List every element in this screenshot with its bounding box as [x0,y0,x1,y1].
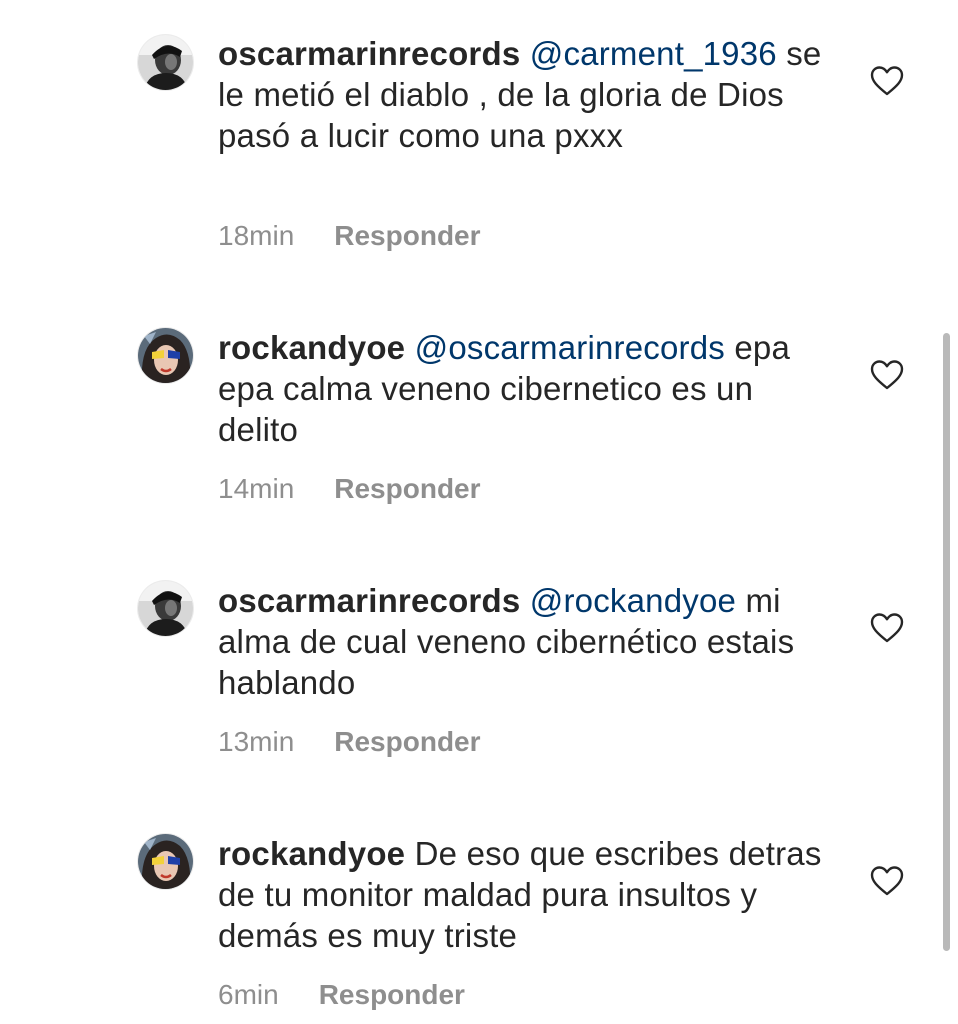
comment-body: oscarmarinrecords @carment_1936 se le me… [218,33,838,156]
like-button[interactable] [870,612,904,644]
comment-username[interactable]: rockandyoe [218,835,405,872]
female-avatar-icon [138,834,193,889]
reply-button[interactable]: Responder [334,726,480,757]
comment-body: rockandyoe @oscarmarinrecords epa epa ca… [218,327,838,450]
comment-timestamp: 6min [218,979,279,1010]
comment-body: oscarmarinrecords @rockandyoe mi alma de… [218,580,838,703]
comment-mention[interactable]: @carment_1936 [530,35,777,72]
comment-mention[interactable]: @oscarmarinrecords [415,329,725,366]
comment-meta: 6min Responder [218,978,465,1012]
male-avatar-icon [138,35,193,90]
avatar[interactable] [138,581,193,636]
comment-meta: 18min Responder [218,219,481,253]
comment-username[interactable]: oscarmarinrecords [218,35,520,72]
female-avatar-icon [138,328,193,383]
comment-thread: oscarmarinrecords @carment_1936 se le me… [0,0,958,1024]
comment-mention[interactable]: @rockandyoe [530,582,736,619]
comment-meta: 14min Responder [218,472,481,506]
heart-outline-icon [870,360,904,390]
like-button[interactable] [870,865,904,897]
avatar[interactable] [138,328,193,383]
heart-outline-icon [870,866,904,896]
male-avatar-icon [138,581,193,636]
comment-username[interactable]: rockandyoe [218,329,405,366]
like-button[interactable] [870,359,904,391]
heart-outline-icon [870,66,904,96]
like-button[interactable] [870,65,904,97]
comment-timestamp: 18min [218,220,295,251]
comment-timestamp: 13min [218,726,295,757]
heart-outline-icon [870,613,904,643]
reply-button[interactable]: Responder [319,979,465,1010]
comment-body: rockandyoe De eso que escribes detras de… [218,833,838,956]
reply-button[interactable]: Responder [334,220,480,251]
avatar[interactable] [138,35,193,90]
comment-username[interactable]: oscarmarinrecords [218,582,520,619]
comment-meta: 13min Responder [218,725,481,759]
avatar[interactable] [138,834,193,889]
scrollbar[interactable] [943,333,950,951]
reply-button[interactable]: Responder [334,473,480,504]
comment-timestamp: 14min [218,473,295,504]
